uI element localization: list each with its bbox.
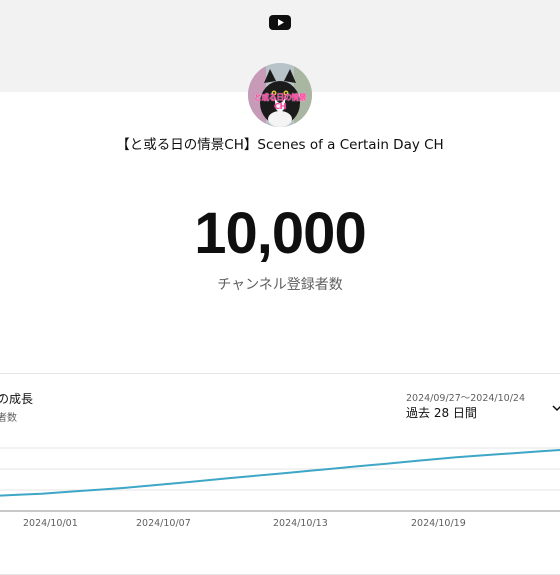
x-tick-label: 2024/10/07: [136, 518, 191, 529]
subscriber-count: 10,000: [194, 201, 366, 266]
growth-chart: [0, 447, 560, 512]
card-title: の成長: [0, 392, 34, 406]
avatar-caption: と或る日の情景CH: [253, 93, 307, 111]
subscriber-growth-line: [0, 449, 560, 497]
youtube-play-icon: [269, 15, 291, 30]
channel-avatar[interactable]: と或る日の情景CH: [248, 63, 312, 127]
channel-name[interactable]: 【と或る日の情景CH】Scenes of a Certain Day CH: [0, 133, 560, 153]
date-range: 2024/09/27～2024/10/24: [406, 393, 526, 404]
x-tick-label: 2024/10/01: [23, 518, 78, 529]
subscriber-label: チャンネル登録者数: [217, 277, 343, 293]
period-selector[interactable]: 過去 28 日間: [406, 404, 477, 421]
x-tick-label: 2024/10/13: [273, 518, 328, 529]
card-subtitle: 者数: [0, 413, 17, 424]
x-tick-label: 2024/10/19: [411, 518, 466, 529]
chevron-down-icon[interactable]: [551, 399, 560, 412]
